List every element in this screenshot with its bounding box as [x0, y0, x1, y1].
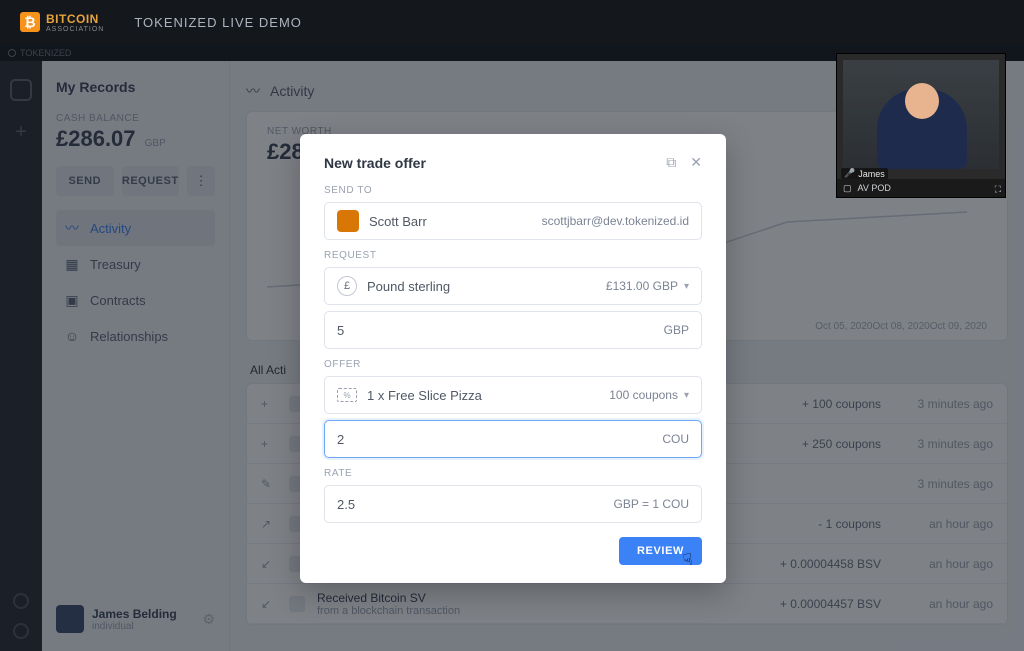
rate-input[interactable]	[337, 497, 397, 512]
send-to-label: SEND TO	[324, 185, 702, 196]
brand-main: BITCOIN	[46, 12, 104, 26]
app-header: ₿ BITCOIN ASSOCIATION TOKENIZED LIVE DEM…	[0, 0, 1024, 44]
pip-name-label: 🎤 James	[841, 168, 888, 179]
request-amount-field[interactable]: GBP	[324, 311, 702, 349]
request-currency-field[interactable]: £ Pound sterling £131.00 GBP ▾	[324, 267, 702, 305]
modal-title: New trade offer	[324, 155, 426, 171]
camera-icon: ▢	[843, 183, 852, 194]
expand-icon[interactable]: ⛶	[995, 184, 1001, 195]
chevron-down-icon: ▾	[684, 390, 689, 401]
contact-handle: scottjbarr@dev.tokenized.id	[542, 214, 689, 228]
chevron-down-icon: ▾	[684, 281, 689, 292]
mic-icon: 🎤	[844, 168, 855, 179]
brand-logo: ₿ BITCOIN ASSOCIATION	[20, 12, 104, 33]
request-balance: £131.00 GBP	[606, 279, 678, 293]
request-currency-name: Pound sterling	[367, 279, 450, 294]
contact-avatar	[337, 210, 359, 232]
offer-item-name: 1 x Free Slice Pizza	[367, 388, 482, 403]
request-unit: GBP	[664, 323, 689, 337]
webcam-pip[interactable]: 🎤 James ▢ AV POD ⛶	[836, 53, 1006, 198]
rate-unit: GBP = 1 COU	[614, 497, 689, 511]
offer-item-field[interactable]: % 1 x Free Slice Pizza 100 coupons ▾	[324, 376, 702, 414]
offer-label: OFFER	[324, 359, 702, 370]
close-icon[interactable]: ✕	[690, 154, 702, 171]
rate-field[interactable]: GBP = 1 COU	[324, 485, 702, 523]
contact-name: Scott Barr	[369, 214, 427, 229]
request-amount-input[interactable]	[337, 323, 397, 338]
external-link-icon[interactable]: ⧉	[666, 154, 676, 171]
request-label: REQUEST	[324, 250, 702, 261]
offer-balance: 100 coupons	[609, 388, 678, 402]
bitcoin-b-icon: ₿	[20, 12, 40, 32]
pip-source: AV POD	[858, 183, 891, 193]
header-title: TOKENIZED LIVE DEMO	[134, 15, 302, 30]
offer-unit: COU	[662, 432, 689, 446]
coupon-icon: %	[337, 388, 357, 402]
pound-icon: £	[337, 276, 357, 296]
send-to-field[interactable]: Scott Barr scottjbarr@dev.tokenized.id	[324, 202, 702, 240]
pip-face	[905, 83, 939, 119]
new-trade-modal: New trade offer ⧉ ✕ SEND TO Scott Barr s…	[300, 134, 726, 583]
pip-source-bar: ▢ AV POD ⛶	[837, 179, 1005, 197]
offer-amount-field[interactable]: COU	[324, 420, 702, 458]
rate-label: RATE	[324, 468, 702, 479]
offer-amount-input[interactable]	[337, 432, 397, 447]
pip-name: James	[858, 169, 885, 179]
brand-sub: ASSOCIATION	[46, 26, 104, 33]
